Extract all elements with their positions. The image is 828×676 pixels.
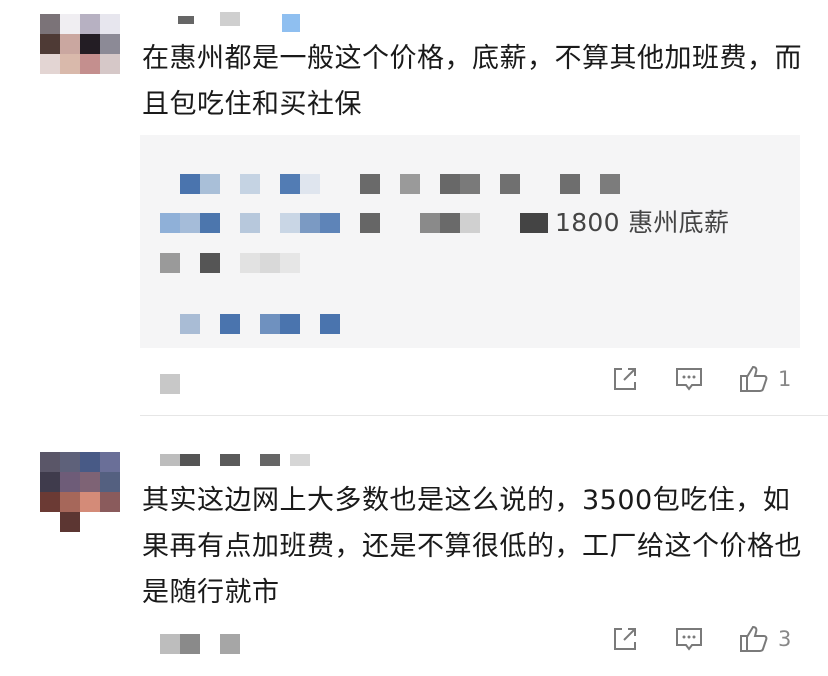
quoted-text: 1800 惠州底薪 [555, 208, 730, 237]
share-icon [614, 628, 636, 650]
comment-actions: 3 [576, 624, 791, 654]
share-button[interactable] [610, 624, 640, 654]
like-button[interactable]: 1 [738, 364, 791, 394]
timestamp-pixelated [160, 374, 180, 394]
reply-button[interactable] [674, 364, 704, 394]
divider [140, 415, 828, 416]
comment-icon [676, 628, 702, 651]
like-count: 3 [778, 627, 792, 651]
share-button[interactable] [610, 364, 640, 394]
reply-button[interactable] [674, 624, 704, 654]
share-icon [614, 368, 636, 390]
like-button[interactable]: 3 [738, 624, 791, 654]
like-count: 1 [778, 367, 792, 391]
avatar[interactable] [40, 14, 120, 94]
comment-text: 在惠州都是一般这个价格，底薪，不算其他加班费，而且包吃住和买社保 [142, 43, 802, 120]
thumbs-up-icon [740, 365, 768, 392]
thumbs-up-icon [740, 625, 768, 652]
avatar[interactable] [40, 452, 120, 532]
comment-text: 其实这边网上大多数也是这么说的，3500包吃住，如果再有点加班费，还是不算很低的… [142, 485, 802, 608]
comment-icon [676, 368, 702, 391]
comment-actions: 1 [576, 364, 791, 394]
